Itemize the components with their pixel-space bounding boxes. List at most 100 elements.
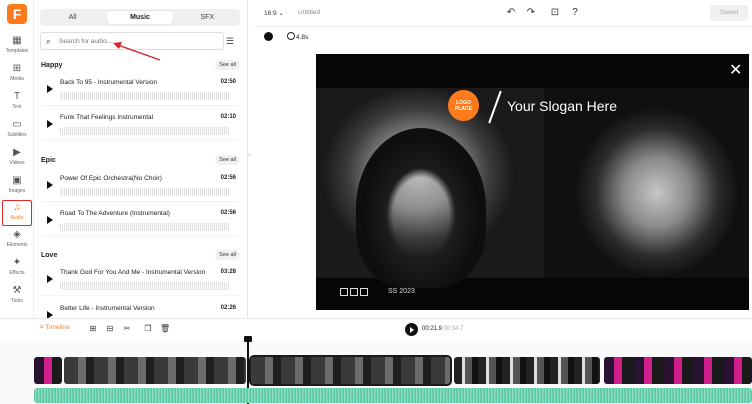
model-photo-left (316, 88, 544, 288)
category-header: Love See all (40, 250, 240, 262)
search-input[interactable] (59, 35, 209, 47)
rail-item-label: Effects (9, 270, 25, 276)
search-icon: ⌕ (46, 36, 52, 46)
playhead-handle[interactable] (244, 336, 252, 342)
cut-icon[interactable]: ✂ (122, 324, 132, 334)
rail-item-images[interactable]: ▣ Images (2, 174, 32, 200)
rail-item-label: Tools (11, 298, 23, 304)
category-header: Epic See all (40, 155, 240, 167)
rail-item-label: Templates (5, 48, 29, 54)
track-name: Funk That Feelings Instrumental (60, 114, 154, 121)
video-clip[interactable] (604, 357, 752, 384)
aspect-ratio-select[interactable]: 16:9 ⌄ (264, 9, 284, 17)
category-title: Happy (41, 62, 63, 69)
season-text[interactable]: SS 2023 (388, 288, 415, 295)
rail-item-label: Images (8, 188, 26, 194)
help-icon[interactable]: ? (569, 7, 581, 19)
see-all-button[interactable]: See all (215, 250, 240, 260)
timeline-toggle[interactable]: ⌗ Timeline (40, 324, 70, 332)
split-icon[interactable]: ⊟ (105, 324, 115, 334)
duration-value: 4.8s (296, 34, 309, 41)
rail-item-effects[interactable]: ✦ Effects (2, 256, 32, 282)
rail-item-label: Elements (6, 242, 28, 248)
tab-sfx[interactable]: SFX (175, 9, 240, 26)
rail-item-tools[interactable]: ⚒ Tools (2, 284, 32, 310)
play-icon[interactable] (47, 311, 53, 318)
panel-collapse-handle[interactable]: ‹ (248, 150, 254, 168)
category-title: Epic (41, 157, 56, 164)
tools-icon: ⚒ (12, 285, 22, 296)
track-duration: 02:10 (220, 114, 236, 120)
track-name: Thank God For You And Me - Instrumental … (60, 269, 206, 276)
rail-item-label: Videos (9, 160, 25, 166)
audio-icon: ♫ (13, 202, 21, 213)
audio-track-waveform[interactable] (34, 388, 752, 403)
logo-placeholder[interactable]: LOGO PLACE (448, 90, 479, 121)
track-item[interactable]: Thank God For You And Me - Instrumental … (40, 266, 240, 296)
rail-item-label: Media (10, 76, 24, 82)
timeline-label: Timeline (45, 324, 70, 331)
rail-item-label: Audio (10, 215, 24, 221)
video-clip[interactable] (64, 357, 246, 384)
track-duration: 03:28 (220, 269, 236, 275)
play-icon[interactable] (47, 216, 53, 224)
rail-item-subtitles[interactable]: ▭ Subtitles (2, 118, 32, 144)
model-photo-right (544, 88, 749, 278)
videos-icon: ▶ (13, 147, 21, 158)
play-button[interactable] (405, 323, 418, 336)
delete-icon[interactable]: 🗑 (160, 324, 170, 334)
play-icon[interactable] (47, 85, 53, 93)
preview-canvas[interactable]: LOGO PLACE Your Slogan Here ✕ SS 2023 (316, 54, 749, 310)
track-item[interactable]: Back To 95 - Instrumental Version 02:50 (40, 76, 240, 106)
audio-panel: All Music SFX ⌕ ☰ Happy See all Back To … (36, 0, 248, 318)
images-icon: ▣ (12, 175, 22, 186)
rail-item-videos[interactable]: ▶ Videos (2, 146, 32, 172)
redo-icon[interactable]: ↷ (525, 7, 537, 19)
duration-control[interactable]: 4.8s (287, 32, 308, 41)
tab-music[interactable]: Music (107, 11, 173, 24)
category-title: Love (41, 252, 58, 259)
track-waveform (60, 92, 230, 100)
rail-item-media[interactable]: ⊞ Media (2, 62, 32, 88)
track-item[interactable]: Road To The Adventure (Instrumental) 02:… (40, 207, 240, 237)
track-waveform (60, 127, 230, 135)
duplicate-icon[interactable]: ❐ (143, 324, 153, 334)
filter-icon[interactable]: ☰ (226, 36, 236, 46)
play-icon[interactable] (47, 120, 53, 128)
rail-item-elements[interactable]: ◈ Elements (2, 228, 32, 254)
track-item[interactable]: Better Life - Instrumental Version 02:26 (40, 302, 240, 318)
rail-item-audio[interactable]: ♫ Audio (2, 200, 32, 226)
tab-all[interactable]: All (40, 9, 105, 26)
effects-icon: ✦ (12, 257, 22, 268)
track-item[interactable]: Funk That Feelings Instrumental 02:10 (40, 111, 240, 141)
audio-tabs: All Music SFX (40, 9, 240, 26)
project-title[interactable]: Untitled (298, 9, 320, 16)
undo-icon[interactable]: ↶ (505, 7, 517, 19)
top-bar: 16:9 ⌄ Untitled ↶ ↷ ⊡ ? Saved (255, 0, 752, 27)
video-clip-selected[interactable] (249, 355, 452, 386)
video-clip[interactable] (34, 357, 62, 384)
track-name: Better Life - Instrumental Version (60, 305, 155, 312)
templates-icon: ▦ (12, 35, 22, 46)
close-icon[interactable]: ✕ (729, 63, 742, 79)
video-clip[interactable] (454, 357, 600, 384)
track-waveform (60, 188, 230, 196)
track-item[interactable]: Power Of Epic Orchestra(No Choir) 02:56 (40, 172, 240, 202)
left-toolbar: F ▦ Templates ⊞ Media T Text ▭ Subtitles… (0, 0, 34, 318)
see-all-button[interactable]: See all (215, 155, 240, 165)
saved-button[interactable]: Saved (710, 5, 748, 21)
see-all-button[interactable]: See all (215, 60, 240, 70)
category-header: Happy See all (40, 60, 240, 72)
rail-item-label: Text (12, 104, 22, 110)
track-duration: 02:56 (220, 210, 236, 216)
track-waveform (60, 282, 230, 290)
track-duration: 02:50 (220, 79, 236, 85)
slogan-text[interactable]: Your Slogan Here (507, 98, 617, 114)
screenshot-icon[interactable]: ⊡ (549, 7, 561, 19)
background-color-swatch[interactable] (264, 32, 273, 41)
rail-item-text[interactable]: T Text (2, 90, 32, 116)
rail-item-templates[interactable]: ▦ Templates (2, 34, 32, 60)
play-icon[interactable] (47, 181, 53, 189)
add-icon[interactable]: ⊞ (88, 324, 98, 334)
play-icon[interactable] (47, 275, 53, 283)
